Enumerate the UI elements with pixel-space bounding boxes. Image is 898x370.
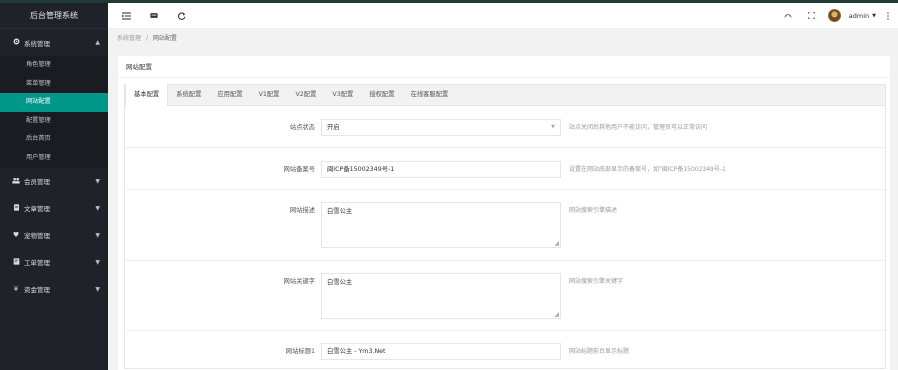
breadcrumb-current: 网站配置 (152, 35, 177, 42)
app-logo-title: 后台管理系统 (0, 3, 108, 29)
resize-handle-icon[interactable]: ◢ (554, 240, 559, 247)
menu-group-system[interactable]: 系统管理 ▲ (0, 29, 108, 56)
form-row-status: 站点状态 开启 ▼ 站点关闭后其他用户不能访问，管理员可以正常访问 (125, 106, 885, 148)
document-icon (11, 203, 21, 213)
sidebar-item-menus[interactable]: 菜单管理 (0, 75, 108, 94)
title1-label: 网站标题1 (285, 348, 315, 355)
description-label: 网站描述 (289, 207, 315, 214)
menu-group-finance[interactable]: ¥ 资金管理 ▼ (0, 276, 108, 303)
description-hint: 网站搜索引擎描述 (569, 207, 618, 214)
menu-toggle-icon[interactable] (118, 8, 134, 24)
chevron-down-icon: ▼ (95, 204, 100, 212)
card-title: 网站配置 (118, 56, 890, 78)
menu-group-members[interactable]: 会员管理 ▼ (0, 168, 108, 195)
status-label: 站点状态 (289, 124, 315, 131)
yen-icon: ¥ (13, 285, 19, 294)
config-tabs: 基本配置 系统配置 应用配置 V1配置 V2配置 V3配置 授权配置 在线客服配… (124, 84, 886, 106)
sidebar: 后台管理系统 系统管理 ▲ 角色管理 菜单管理 网站配置 配置管理 后台首页 用… (0, 3, 108, 370)
icp-label: 网站备案号 (283, 166, 315, 173)
resize-handle-icon[interactable]: ◢ (554, 311, 559, 318)
tab-v1[interactable]: V1配置 (251, 84, 288, 105)
form-row-title1: 网站标题1 白雪公主 - Ym3.Net 网站标题前台显示标题 (125, 331, 885, 368)
breadcrumb-separator: / (145, 35, 148, 42)
status-value: 开启 (327, 124, 340, 131)
menu-group-label: 工单管理 (24, 259, 50, 268)
tab-system[interactable]: 系统配置 (168, 84, 209, 105)
basic-config-form: 站点状态 开启 ▼ 站点关闭后其他用户不能访问，管理员可以正常访问 网站备案号 … (124, 106, 886, 369)
tab-v2[interactable]: V2配置 (287, 84, 324, 105)
chevron-up-icon: ▲ (95, 39, 100, 46)
chevron-down-icon: ▼ (95, 177, 100, 185)
menu-group-label: 系统管理 (24, 39, 50, 48)
tab-online-service[interactable]: 在线客服配置 (403, 84, 457, 105)
users-icon (11, 177, 21, 186)
breadcrumb-parent[interactable]: 系统管理 (117, 35, 141, 42)
keywords-textarea[interactable]: 白雪公主 ◢ (321, 273, 561, 319)
submenu-system: 角色管理 菜单管理 网站配置 配置管理 后台首页 用户管理 (0, 56, 108, 168)
status-hint: 站点关闭后其他用户不能访问，管理员可以正常访问 (569, 124, 708, 131)
ticket-icon (11, 257, 21, 267)
sidebar-item-roles[interactable]: 角色管理 (0, 56, 108, 75)
form-row-keywords: 网站关键字 白雪公主 ◢ 网站搜索引擎关键字 (125, 261, 885, 331)
menu-group-label: 资金管理 (24, 286, 50, 295)
sidebar-item-users[interactable]: 用户管理 (0, 149, 108, 168)
menu-group-label: 文章管理 (24, 205, 50, 214)
theme-icon[interactable] (780, 8, 796, 24)
tab-v3[interactable]: V3配置 (324, 84, 361, 105)
tab-app[interactable]: 应用配置 (209, 84, 250, 105)
menu-group-articles[interactable]: 文章管理 ▼ (0, 195, 108, 222)
refresh-icon[interactable] (174, 8, 190, 24)
menu-group-label: 会员管理 (24, 178, 50, 187)
menu-group-label: 宠物管理 (24, 232, 50, 241)
chevron-down-icon: ▼ (872, 12, 876, 19)
icp-hint: 设置在网站底部显示的备案号，如"闽ICP备15002349号-1 (569, 166, 726, 173)
chevron-down-icon: ▼ (95, 258, 100, 266)
form-row-description: 网站描述 白雪公主 ◢ 网站搜索引擎描述 (125, 190, 885, 261)
status-select[interactable]: 开启 ▼ (321, 119, 561, 136)
heart-icon: ♥ (12, 231, 20, 240)
keywords-hint: 网站搜索引擎关键字 (569, 278, 624, 285)
chevron-down-icon: ▼ (95, 231, 100, 239)
title1-hint: 网站标题前台显示标题 (569, 348, 630, 355)
sidebar-item-config[interactable]: 配置管理 (0, 112, 108, 131)
title1-input[interactable]: 白雪公主 - Ym3.Net (321, 343, 561, 360)
home-icon[interactable] (146, 8, 162, 24)
form-row-icp: 网站备案号 闽ICP备15002349号-1 设置在网站底部显示的备案号，如"闽… (125, 148, 885, 190)
sidebar-item-dashboard[interactable]: 后台首页 (0, 130, 108, 149)
chevron-down-icon: ▼ (551, 124, 555, 130)
keywords-value: 白雪公主 (327, 279, 353, 286)
avatar[interactable] (827, 9, 841, 22)
keywords-label: 网站关键字 (283, 278, 315, 285)
gear-icon (11, 38, 21, 47)
description-textarea[interactable]: 白雪公主 ◢ (321, 202, 561, 248)
username: admin (848, 11, 870, 20)
sidebar-item-site-config[interactable]: 网站配置 (0, 93, 108, 112)
fullscreen-icon[interactable] (804, 8, 820, 24)
tab-basic[interactable]: 基本配置 (125, 84, 169, 106)
user-menu[interactable]: admin ▼ (849, 12, 876, 20)
more-vertical-icon[interactable] (884, 8, 892, 24)
menu-group-tickets[interactable]: 工单管理 ▼ (0, 249, 108, 276)
breadcrumb: 系统管理 / 网站配置 (108, 29, 898, 49)
site-config-card: 网站配置 基本配置 系统配置 应用配置 V1配置 V2配置 V3配置 授权配置 … (118, 56, 890, 370)
menu-group-pets[interactable]: ♥ 宠物管理 ▼ (0, 222, 108, 249)
top-header: admin ▼ (108, 3, 898, 29)
tab-auth[interactable]: 授权配置 (361, 84, 402, 105)
icp-input[interactable]: 闽ICP备15002349号-1 (321, 161, 561, 178)
description-value: 白雪公主 (327, 208, 353, 215)
chevron-down-icon: ▼ (95, 285, 100, 293)
